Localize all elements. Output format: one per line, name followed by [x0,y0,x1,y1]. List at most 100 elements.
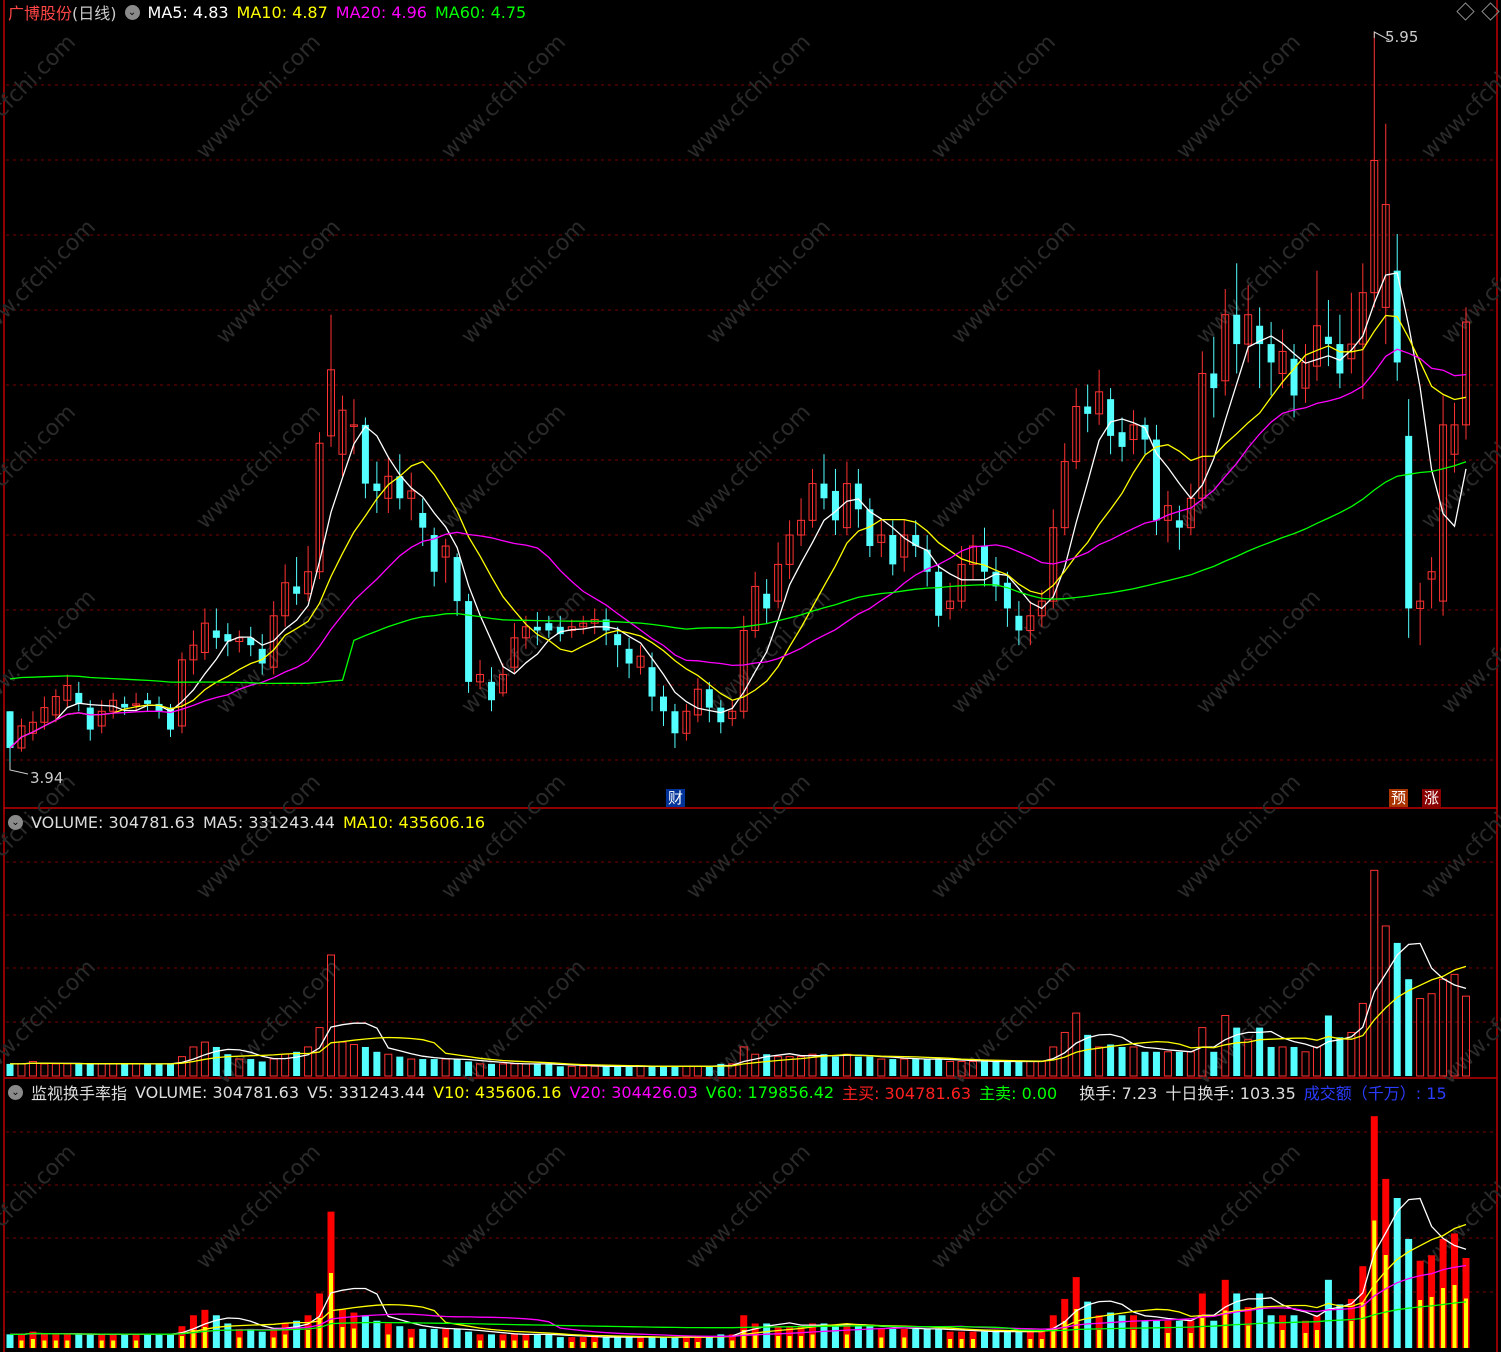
volume-bar [384,1053,393,1077]
turnover-bar [361,1315,369,1348]
turnover-bar [533,1334,541,1348]
turnover-v20: V20: 304426.03 [569,1082,698,1102]
watermark-text: www.cfchi.com [437,1140,571,1274]
watermark-text: www.cfchi.com [0,770,81,904]
volume-bar [1267,1046,1275,1076]
volume-bar [1290,1046,1298,1076]
volume-bar [1210,1051,1218,1076]
ma60-value: MA60: 4.75 [434,2,527,22]
indicator-settings-icon[interactable]: ⌄ [124,4,140,20]
candle-body [1175,520,1183,528]
stock-chart-window[interactable]: www.cfchi.com www.cfchi.com www.cfchi.com w… [0,0,1501,1352]
stock-name[interactable]: 广博股份 [8,0,72,24]
turnover-inner-bar [386,1334,391,1348]
volume-bar [396,1056,404,1076]
volume-bar [1393,942,1401,1076]
turnover-inner-bar [271,1337,276,1348]
volume-bar [912,1059,920,1076]
turnover-inner-bar [500,1340,505,1348]
chart-canvas[interactable]: www.cfchi.com www.cfchi.com www.cfchi.com w… [0,0,1501,1352]
volume-bar [75,1063,83,1076]
candle-body [361,424,369,484]
turnover-bar [258,1331,266,1348]
turnover-inner-bar [340,1327,345,1348]
turnover-settings-icon[interactable]: ⌄ [8,1084,23,1100]
volume-bar [510,1063,519,1077]
volume-bar [63,1063,72,1077]
watermark-text: www.cfchi.com [0,30,81,164]
turnover-inner-bar [99,1340,104,1348]
volume-value: VOLUME: 304781.63 [31,812,195,832]
volume-bar [705,1066,713,1076]
finance-marker[interactable]: 财 [666,789,686,807]
watermark-text: www.cfchi.com [1417,1140,1501,1274]
watermark-text: www.cfchi.com [192,770,326,904]
turnover-bar [1015,1331,1023,1348]
volume-bar [1026,1060,1035,1077]
turnover-bar [488,1334,496,1348]
turnover-bar [980,1331,988,1348]
candle-body [1405,435,1413,609]
turnover-inner-bar [844,1334,849,1348]
volume-bar [636,1065,645,1077]
candle-body [1290,358,1298,396]
turnover-inner-bar [65,1340,70,1348]
turnover-bar [935,1328,943,1348]
watermark-text: www.cfchi.com [0,585,101,719]
volume-bar [281,1053,290,1077]
turnover-inner-bar [569,1342,574,1348]
volume-bar [155,1063,163,1076]
candle-body [763,593,771,609]
watermark-text: www.cfchi.com [1172,1140,1306,1274]
candle-body [648,667,656,697]
volume-bar [338,1041,347,1077]
turnover-bar [889,1328,897,1348]
turnover-bar [671,1337,679,1348]
volume-bar [258,1061,266,1076]
volume-bar [579,1065,588,1077]
turnover-panel-header: ⌄ 监视换手率指 VOLUME: 304781.63 V5: 331243.44… [0,1081,1455,1103]
volume-bar [109,1063,118,1077]
turnover-inner-bar [1314,1330,1319,1348]
watermark-text: www.cfchi.com [1417,400,1501,534]
turnover-volume: VOLUME: 304781.63 [135,1082,300,1102]
volume-bar [1152,1051,1160,1076]
turnover-inner-bar [1246,1325,1251,1348]
watermark-text: www.cfchi.com [192,30,326,164]
turnover-bar [75,1334,83,1348]
volume-settings-icon[interactable]: ⌄ [8,814,23,830]
turnover-amount: 成交额（千万）: 15 [1303,1084,1447,1103]
watermark-text: www.cfchi.com [1172,400,1306,534]
volume-bar [419,1059,427,1076]
turnover-bar [247,1328,255,1348]
volume-bar [488,1063,496,1076]
turnover-bar [831,1326,839,1348]
candle-body [1118,432,1126,447]
turnover-inner-bar [1200,1318,1205,1348]
turnover-inner-bar [1452,1285,1457,1348]
watermark-text: www.cfchi.com [437,770,571,904]
period-label[interactable]: (日线) [72,0,117,24]
watermark-text: www.cfchi.com [0,1140,81,1274]
turnover-bar [1210,1320,1218,1348]
candle-body [533,626,541,631]
candle-body [659,696,667,712]
turnover-inner-bar [959,1339,964,1348]
volume-bar [1084,1034,1092,1076]
forecast-marker[interactable]: 预 [1389,789,1409,807]
turnover-inner-bar [948,1339,953,1348]
volume-bar [866,1056,874,1076]
volume-bar [17,1063,26,1077]
volume-bar [361,1046,369,1076]
candle-body [86,707,94,730]
turnover-bar [556,1337,564,1348]
ma10-value: MA10: 4.87 [236,2,328,22]
limit-up-marker[interactable]: 涨 [1422,789,1442,807]
watermark-text: www.cfchi.com [1172,30,1306,164]
candle-body [935,571,943,616]
turnover-inner-bar [695,1342,700,1348]
volume-bar [1129,1046,1138,1077]
volume-bar [842,1053,851,1077]
price-low-label: 3.94 [30,769,64,787]
turnover-inner-bar [1303,1333,1308,1348]
